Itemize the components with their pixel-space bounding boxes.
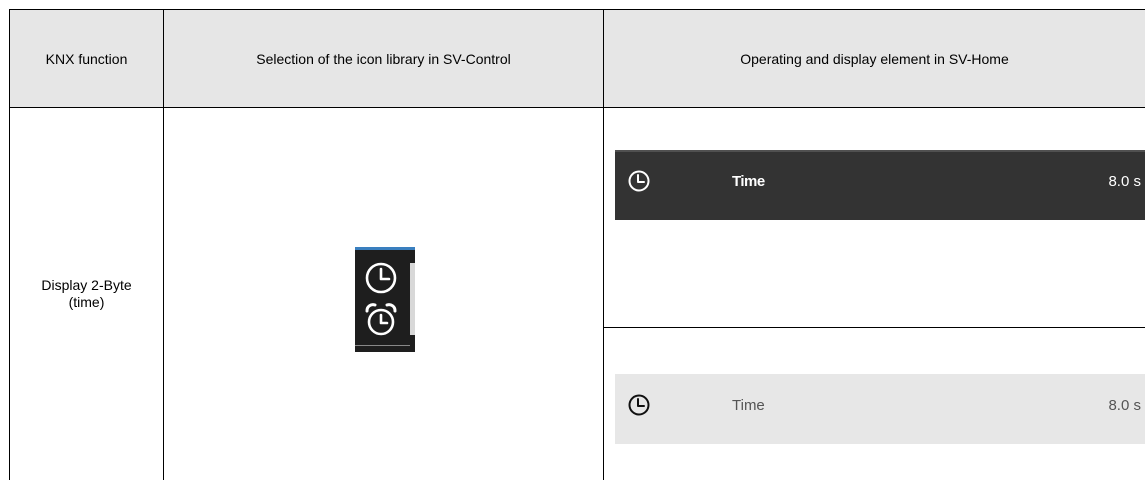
alarm-clock-icon[interactable] [363, 302, 399, 338]
tile-label: Time [732, 173, 765, 190]
element-cell-divider [604, 327, 1145, 328]
header-sv-home-element: Operating and display element in SV-Home [740, 50, 1009, 67]
tile-label: Time [732, 397, 765, 414]
header-knx-function: KNX function [45, 50, 128, 67]
library-divider [355, 345, 410, 346]
clock-icon[interactable] [363, 260, 399, 296]
time-display-tile-dark[interactable]: Time 8.0 s [615, 150, 1145, 220]
column-divider [163, 9, 164, 480]
library-accent-bar [355, 247, 415, 250]
clock-icon [628, 394, 650, 416]
tile-value: 8.0 s [1108, 173, 1141, 190]
table-border-top [9, 9, 1145, 10]
library-scrollbar[interactable] [410, 263, 415, 335]
header-icon-library: Selection of the icon library in SV-Cont… [256, 50, 511, 67]
time-display-tile-light[interactable]: Time 8.0 s [615, 374, 1145, 444]
knx-function-label: Display 2-Byte (time) [41, 277, 132, 310]
table-header-divider [9, 107, 1145, 108]
knx-function-cell: Display 2-Byte (time) [10, 108, 163, 480]
column-divider [603, 9, 604, 480]
tile-value: 8.0 s [1108, 397, 1141, 414]
clock-icon [628, 170, 650, 192]
icon-library-selection [355, 247, 415, 352]
tile-top-edge [615, 150, 1145, 152]
